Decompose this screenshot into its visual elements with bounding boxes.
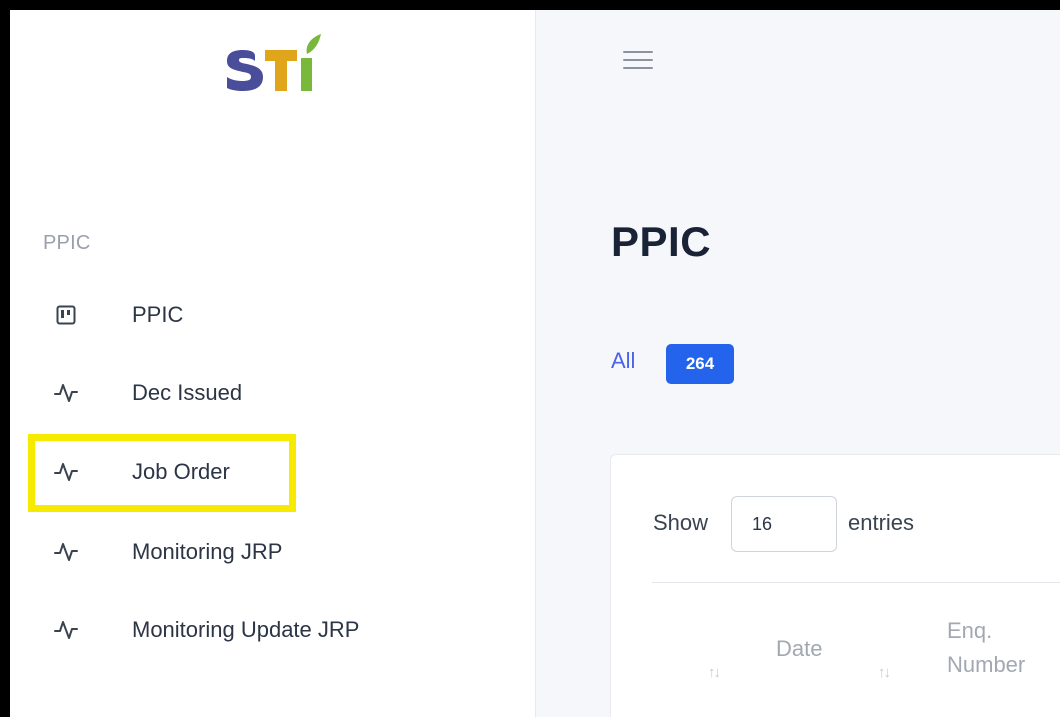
sidebar-item-label: PPIC (132, 302, 184, 327)
sidebar-item-label: Monitoring Update JRP (132, 617, 360, 642)
kanban-board-icon (54, 303, 78, 327)
count-badge: 264 (666, 344, 734, 384)
activity-pulse-icon (54, 618, 78, 642)
show-label: Show (653, 510, 709, 535)
activity-pulse-icon (54, 540, 78, 564)
sidebar-item-ppic[interactable]: PPIC (40, 293, 460, 337)
sidebar-item-monitoring-update-jrp[interactable]: Monitoring Update JRP (40, 608, 460, 652)
activity-pulse-icon (54, 460, 78, 484)
sti-logo-graphic (227, 34, 321, 91)
sidebar-item-label: Monitoring JRP (132, 539, 283, 564)
sort-icon[interactable]: ↑↓ (878, 664, 891, 681)
sti-logo[interactable] (215, 28, 325, 100)
entries-count-input[interactable] (731, 496, 837, 552)
sidebar-item-label: Dec Issued (132, 380, 243, 405)
column-header-enq-number[interactable]: Enq. Number (947, 614, 1025, 682)
sidebar-item-monitoring-jrp[interactable]: Monitoring JRP (40, 530, 460, 574)
sidebar-item-dec-issued[interactable]: Dec Issued (40, 371, 460, 415)
app-window: PPIC PPIC Dec Issued Job Order Monitorin… (10, 10, 1060, 717)
sidebar-section-header: PPIC (43, 232, 91, 254)
column-header-date[interactable]: Date (776, 632, 822, 666)
sidebar-item-job-order[interactable]: Job Order (40, 450, 460, 494)
column-header-line: Enq. (947, 618, 993, 643)
sort-icon[interactable]: ↑↓ (708, 664, 721, 681)
sidebar-item-label: Job Order (132, 459, 230, 484)
hamburger-menu-icon[interactable] (623, 48, 653, 72)
filter-tab-all[interactable]: All (611, 348, 635, 374)
activity-pulse-icon (54, 381, 78, 405)
entries-label: entries (848, 510, 915, 535)
column-header-line: Number (947, 652, 1026, 677)
sidebar: PPIC PPIC Dec Issued Job Order Monitorin… (10, 10, 536, 717)
page-title: PPIC (611, 218, 712, 265)
table-header-divider (652, 582, 1060, 583)
